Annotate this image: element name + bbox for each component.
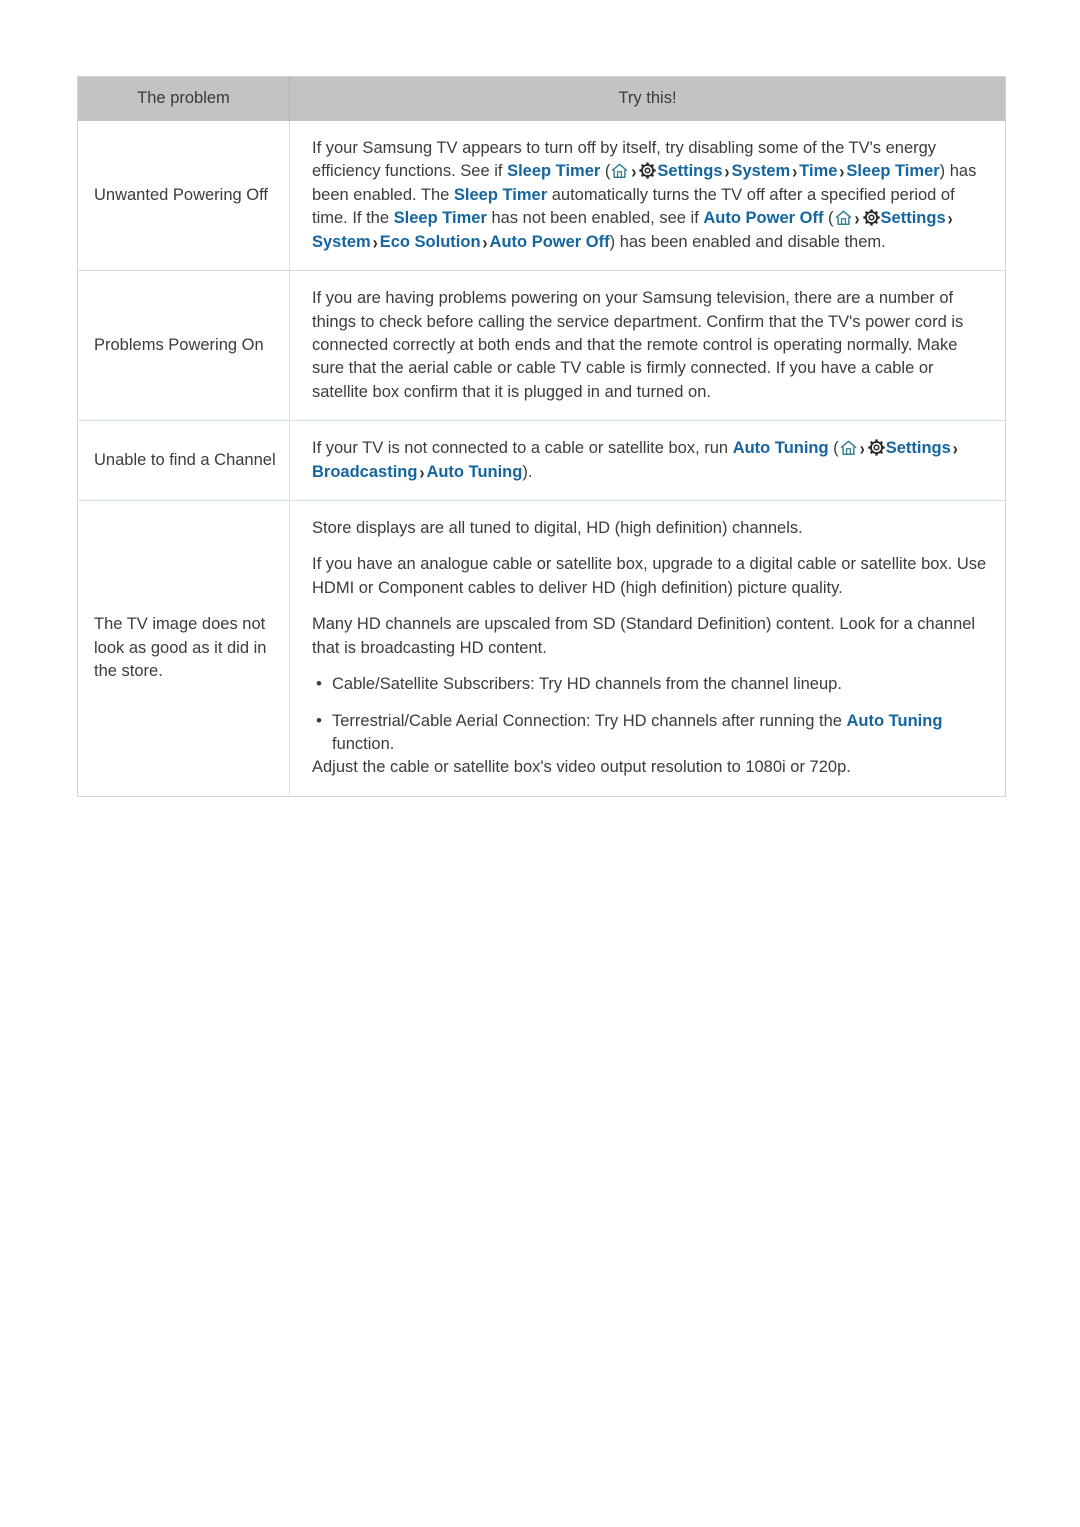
- menu-path-link[interactable]: Sleep Timer: [507, 162, 600, 180]
- home-icon: [840, 440, 857, 456]
- menu-path-link[interactable]: Broadcasting: [312, 463, 417, 481]
- table-row: Unwanted Powering Off If your Samsung TV …: [78, 121, 1006, 271]
- problem-cell: Problems Powering On: [77, 270, 290, 421]
- table-row: The TV image does not look as good as it…: [77, 500, 1006, 797]
- menu-path-link[interactable]: Time: [799, 162, 837, 180]
- menu-path-link[interactable]: System: [732, 162, 791, 180]
- menu-path-link[interactable]: Auto Power Off: [703, 209, 823, 227]
- solution-paragraph: If your Samsung TV appears to turn off b…: [312, 137, 991, 254]
- gear-icon: [862, 209, 880, 226]
- table-row: Unable to find a Channel If your TV is no…: [77, 420, 1006, 501]
- solution-paragraph: If you are having problems powering on y…: [312, 289, 964, 401]
- table-body: Unwanted Powering Off If your Samsung TV …: [77, 121, 1006, 797]
- menu-path-link[interactable]: Eco Solution: [380, 233, 481, 251]
- solution-cell: If your TV is not connected to a cable o…: [289, 420, 1006, 501]
- solution-paragraph: Store displays are all tuned to digital,…: [312, 519, 803, 538]
- table-row: Problems Powering On If you are having pr…: [77, 270, 1006, 421]
- column-header-problem: The problem: [77, 76, 290, 121]
- troubleshooting-page: The problem Try this! Unwanted Powering …: [77, 76, 1006, 797]
- chevron-right-icon: ›: [859, 439, 865, 461]
- home-icon: [611, 163, 628, 179]
- solution-paragraph: If your TV is not connected to a cable o…: [312, 437, 991, 484]
- chevron-right-icon: ›: [792, 162, 798, 184]
- menu-path-link[interactable]: Settings: [886, 439, 951, 457]
- chevron-right-icon: ›: [631, 162, 637, 184]
- menu-path-link[interactable]: Auto Tuning: [847, 712, 943, 730]
- troubleshooting-table: The problem Try this! Unwanted Powering …: [77, 76, 1006, 797]
- problem-cell: Unable to find a Channel: [77, 420, 290, 501]
- solution-bullet-list: Cable/Satellite Subscribers: Try HD chan…: [312, 672, 991, 757]
- problem-cell: Unwanted Powering Off: [94, 185, 268, 204]
- solution-cell: Store displays are all tuned to digital,…: [289, 500, 1006, 797]
- menu-path-link[interactable]: Sleep Timer: [394, 209, 487, 227]
- list-item: Terrestrial/Cable Aerial Connection: Try…: [312, 709, 991, 757]
- solution-paragraph: Many HD channels are upscaled from SD (S…: [312, 615, 976, 657]
- solution-cell: If you are having problems powering on y…: [289, 270, 1006, 421]
- chevron-right-icon: ›: [952, 439, 958, 461]
- table-header: The problem Try this!: [77, 76, 1006, 121]
- problem-cell: The TV image does not look as good as it…: [77, 500, 290, 797]
- table-header-row: The problem Try this!: [77, 76, 1006, 121]
- solution-cell: If your Samsung TV appears to turn off b…: [289, 121, 1006, 271]
- menu-path-link[interactable]: Sleep Timer: [846, 162, 939, 180]
- menu-path-link[interactable]: Auto Tuning: [733, 439, 829, 457]
- gear-icon: [639, 162, 657, 180]
- home-icon: [835, 210, 852, 226]
- gear-icon: [868, 439, 885, 456]
- chevron-right-icon: ›: [372, 232, 378, 254]
- menu-path-link[interactable]: Sleep Timer: [454, 186, 547, 204]
- menu-path-link[interactable]: System: [312, 233, 371, 251]
- chevron-right-icon: ›: [854, 209, 860, 231]
- menu-path-link[interactable]: Settings: [657, 162, 722, 180]
- solution-paragraph: If you have an analogue cable or satelli…: [312, 555, 987, 597]
- chevron-right-icon: ›: [947, 209, 953, 231]
- chevron-right-icon: ›: [419, 462, 425, 484]
- menu-path-link[interactable]: Settings: [881, 209, 946, 227]
- chevron-right-icon: ›: [482, 232, 488, 254]
- menu-path-link[interactable]: Auto Tuning: [426, 463, 522, 481]
- list-item: Cable/Satellite Subscribers: Try HD chan…: [312, 672, 991, 697]
- chevron-right-icon: ›: [724, 162, 730, 184]
- solution-paragraph: Adjust the cable or satellite box's vide…: [312, 758, 851, 777]
- menu-path-link[interactable]: Auto Power Off: [490, 233, 610, 251]
- chevron-right-icon: ›: [839, 162, 845, 184]
- column-header-try-this: Try this!: [289, 76, 1006, 121]
